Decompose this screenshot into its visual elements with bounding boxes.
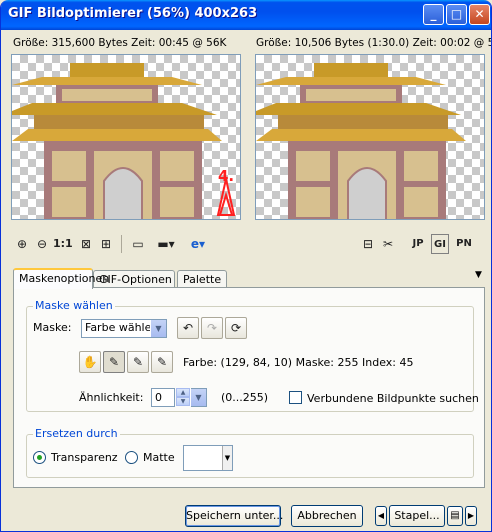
close-button[interactable]: ✕ — [469, 4, 490, 25]
optimized-size-info: Größe: 10,506 Bytes (1:30.0) Zeit: 00:02… — [256, 37, 492, 49]
tab-palette[interactable]: Palette — [177, 270, 227, 288]
original-preview[interactable]: 4. — [11, 54, 241, 220]
batch-button[interactable]: Stapel... — [389, 505, 445, 527]
title-bar[interactable]: GIF Bildoptimierer (56%) 400x263 _ □ ✕ — [1, 0, 491, 30]
connected-pixels-label: Verbundene Bildpunkte suchen — [307, 392, 479, 405]
spin-down-icon[interactable]: ▼ — [176, 397, 190, 406]
minimize-button[interactable]: _ — [423, 4, 444, 25]
zoom-in-icon[interactable]: ⊕ — [13, 234, 31, 254]
crop-icon[interactable]: ✂ — [379, 234, 397, 254]
optimized-preview[interactable] — [255, 54, 485, 220]
png-icon[interactable]: PN — [455, 234, 473, 254]
similarity-range: (0...255) — [221, 391, 269, 404]
mask-label: Maske: — [33, 321, 72, 334]
mask-options-panel: Maske wählen Maske: Farbe wählen ▼ ↶ ↷ ⟳… — [13, 287, 485, 488]
replace-group: Ersetzen durch Transparenz Matte ▼ — [26, 427, 474, 478]
annotation-label: 4. — [218, 167, 235, 185]
original-size-info: Größe: 315,600 Bytes Zeit: 00:45 @ 56K — [13, 37, 227, 49]
similarity-dropdown[interactable]: ▼ — [190, 388, 207, 407]
similarity-label: Ähnlichkeit: — [79, 391, 144, 404]
ie-icon[interactable]: e▾ — [189, 234, 207, 254]
eyedropper-subtract-button[interactable]: ✎ — [151, 351, 173, 373]
replace-legend: Ersetzen durch — [33, 427, 120, 440]
hand-tool-button[interactable]: ✋ — [79, 351, 101, 373]
matte-color-picker[interactable]: ▼ — [183, 445, 233, 471]
redo-icon: ↷ — [206, 321, 218, 335]
matte-label: Matte — [143, 451, 175, 464]
pan-icon[interactable]: ⊞ — [97, 234, 115, 254]
scroll-left-icon[interactable]: ◀ — [375, 506, 387, 526]
similarity-input[interactable]: 0 — [151, 388, 175, 407]
matte-radio[interactable] — [125, 451, 138, 464]
eyedropper-icon: ✎ — [108, 355, 120, 369]
gif-icon[interactable]: GI — [431, 234, 449, 254]
eyedropper-add-button[interactable]: ✎ — [127, 351, 149, 373]
undo-icon: ↶ — [182, 321, 194, 335]
tab-mask-options[interactable]: Maskenoptionen — [13, 268, 109, 289]
maximize-button[interactable]: □ — [446, 4, 467, 25]
undo-button[interactable]: ↶ — [177, 317, 199, 339]
window-title: GIF Bildoptimierer (56%) 400x263 — [8, 6, 258, 21]
color-info-text: Farbe: (129, 84, 10) Maske: 255 Index: 4… — [183, 356, 414, 369]
redo-button[interactable]: ↷ — [201, 317, 223, 339]
mask-select-value: Farbe wählen — [85, 321, 159, 334]
save-as-button[interactable]: Speichern unter... — [185, 505, 283, 527]
eyedropper-plus-icon: ✎ — [132, 355, 144, 369]
similarity-spinner[interactable]: ▲ ▼ — [176, 388, 190, 407]
temple-image-optimized — [256, 63, 466, 219]
chevron-down-icon: ▼ — [190, 389, 206, 406]
actual-size-button[interactable]: 1:1 — [53, 234, 73, 254]
settings-icon[interactable]: ▤ — [447, 506, 463, 526]
temple-image — [12, 63, 236, 219]
chevron-down-icon: ▼ — [150, 320, 166, 337]
transparency-label: Transparenz — [51, 451, 118, 464]
refresh-icon: ⟳ — [230, 321, 242, 335]
connected-pixels-checkbox[interactable] — [289, 391, 302, 404]
eyedropper-button[interactable]: ✎ — [103, 351, 125, 373]
transparency-radio[interactable] — [33, 451, 46, 464]
scroll-right-icon[interactable]: ▶ — [465, 506, 477, 526]
eyedropper-minus-icon: ✎ — [156, 355, 168, 369]
mask-select-legend: Maske wählen — [33, 299, 115, 312]
refresh-button[interactable]: ⟳ — [225, 317, 247, 339]
gif-optimizer-window: GIF Bildoptimierer (56%) 400x263 _ □ ✕ G… — [0, 0, 492, 532]
fit-window-icon[interactable]: ⊠ — [77, 234, 95, 254]
hand-icon: ✋ — [82, 355, 98, 369]
background-icon[interactable]: ▭ — [129, 234, 147, 254]
tabs-menu-arrow-icon[interactable]: ▼ — [475, 270, 482, 280]
compare-icon[interactable]: ⊟ — [359, 234, 377, 254]
jpeg-icon[interactable]: JP — [409, 234, 427, 254]
chevron-down-icon: ▼ — [222, 446, 232, 470]
preview-browser-icon[interactable]: ▬▾ — [157, 234, 175, 254]
toolbar-separator — [121, 235, 122, 253]
mask-select-group: Maske wählen Maske: Farbe wählen ▼ ↶ ↷ ⟳… — [26, 299, 479, 412]
zoom-out-icon[interactable]: ⊖ — [33, 234, 51, 254]
spin-up-icon[interactable]: ▲ — [176, 388, 190, 397]
cancel-button[interactable]: Abbrechen — [291, 505, 363, 527]
mask-select[interactable]: Farbe wählen ▼ — [81, 319, 167, 338]
